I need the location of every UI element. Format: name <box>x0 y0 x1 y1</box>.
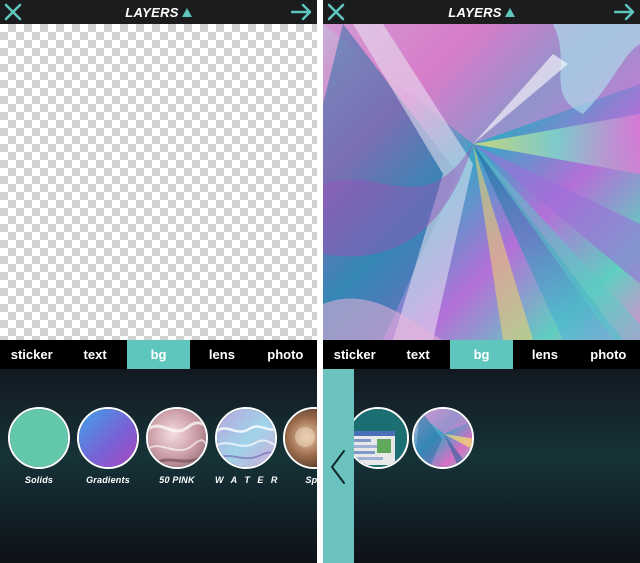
tab-sticker[interactable]: sticker <box>323 340 386 369</box>
arrow-right-icon <box>290 3 312 21</box>
bg-category-spa[interactable]: Spa <box>283 407 317 485</box>
caret-up-icon <box>181 7 192 17</box>
gradients-thumbnail <box>77 407 139 469</box>
bg-category-solids[interactable]: Solids <box>8 407 70 485</box>
layers-title: LAYERS <box>448 4 502 20</box>
tab-bar: sticker text bg lens photo <box>323 340 640 369</box>
gradients-label: Gradients <box>86 475 130 485</box>
water-label: W A T E R <box>215 475 280 485</box>
holographic-canvas[interactable] <box>323 24 640 340</box>
water-thumbnail <box>215 407 277 469</box>
tab-sticker[interactable]: sticker <box>0 340 63 369</box>
bg-image-option-holographic[interactable] <box>412 407 474 469</box>
tab-lens[interactable]: lens <box>190 340 253 369</box>
tab-text[interactable]: text <box>386 340 449 369</box>
50-pink-thumbnail <box>146 407 208 469</box>
chevron-left-icon <box>331 450 345 484</box>
tab-lens[interactable]: lens <box>513 340 576 369</box>
next-button[interactable] <box>290 3 313 21</box>
spa-label: Spa <box>305 475 317 485</box>
right-screen: LAYERS sticker text bg lens photo <box>323 0 640 563</box>
solids-label: Solids <box>24 475 54 485</box>
holographic-background-image <box>323 24 640 340</box>
tab-bg[interactable]: bg <box>449 340 514 369</box>
tab-photo[interactable]: photo <box>254 340 317 369</box>
tab-bar: sticker text bg lens photo <box>0 340 317 369</box>
bg-category-gradients[interactable]: Gradients <box>77 407 139 485</box>
bg-category-tray: Solids Gradients 50 PINK W A T E R Sp <box>0 369 317 563</box>
top-bar: LAYERS <box>323 0 640 24</box>
layers-title: LAYERS <box>125 4 179 20</box>
bg-drawer-toggle[interactable] <box>323 369 354 563</box>
bg-category-water[interactable]: W A T E R <box>215 407 277 485</box>
left-screen: LAYERS sticker text bg lens photo Solids <box>0 0 317 563</box>
layers-menu[interactable]: LAYERS <box>0 0 317 24</box>
tab-bg[interactable]: bg <box>126 340 191 369</box>
transparent-canvas[interactable] <box>0 24 317 340</box>
50-pink-label: 50 PINK <box>159 475 195 485</box>
spa-thumbnail <box>283 407 317 469</box>
layers-menu[interactable]: LAYERS <box>323 0 640 24</box>
next-button[interactable] <box>613 3 636 21</box>
tab-photo[interactable]: photo <box>577 340 640 369</box>
tab-text[interactable]: text <box>63 340 126 369</box>
bg-category-50-pink[interactable]: 50 PINK <box>146 407 208 485</box>
bg-image-option-1[interactable] <box>347 407 409 469</box>
caret-up-icon <box>504 7 515 17</box>
bg-thumbnail-screenshot <box>347 407 409 469</box>
solids-thumbnail <box>8 407 70 469</box>
arrow-right-icon <box>613 3 635 21</box>
holographic-thumbnail <box>412 407 474 469</box>
bg-image-tray <box>323 369 640 563</box>
top-bar: LAYERS <box>0 0 317 24</box>
